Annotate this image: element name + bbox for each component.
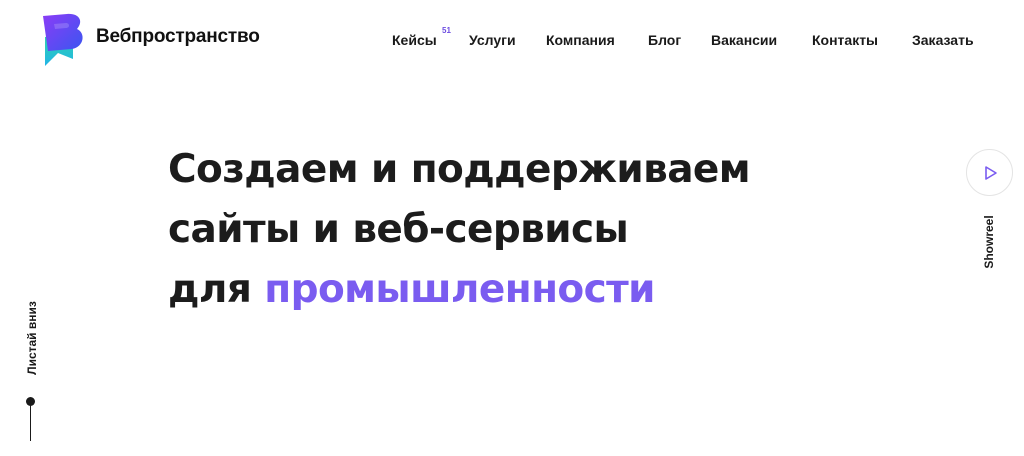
nav-services[interactable]: Услуги [469,32,516,48]
showreel-label[interactable]: Showreel [982,215,996,268]
nav-cases[interactable]: Кейсы [392,32,437,48]
main-nav: Кейсы Услуги Компания Блог Вакансии Конт… [0,32,1024,50]
nav-blog[interactable]: Блог [648,32,681,48]
nav-contacts[interactable]: Контакты [812,32,878,48]
hero-line-3-prefix: для [168,267,265,312]
hero-accent-word: промышленности [264,267,655,312]
play-icon [985,166,997,180]
nav-vacancies[interactable]: Вакансии [711,32,777,48]
hero-line-2: сайты и веб-сервисы [168,207,629,252]
cases-count-badge: 51 [442,26,451,35]
scroll-down-label[interactable]: Листай вниз [25,301,39,375]
hero-line-3: для промышленности [168,260,750,320]
scroll-indicator-line [30,405,31,441]
hero-headline: Создаем и поддерживаем сайты и веб-серви… [168,140,751,320]
nav-company[interactable]: Компания [546,32,615,48]
showreel-play-button[interactable] [966,149,1013,196]
nav-order[interactable]: Заказать [912,32,974,48]
site-header: Вебпространство Кейсы Услуги Компания Бл… [0,0,1024,80]
hero-line-1: Создаем и поддерживаем [168,147,751,192]
